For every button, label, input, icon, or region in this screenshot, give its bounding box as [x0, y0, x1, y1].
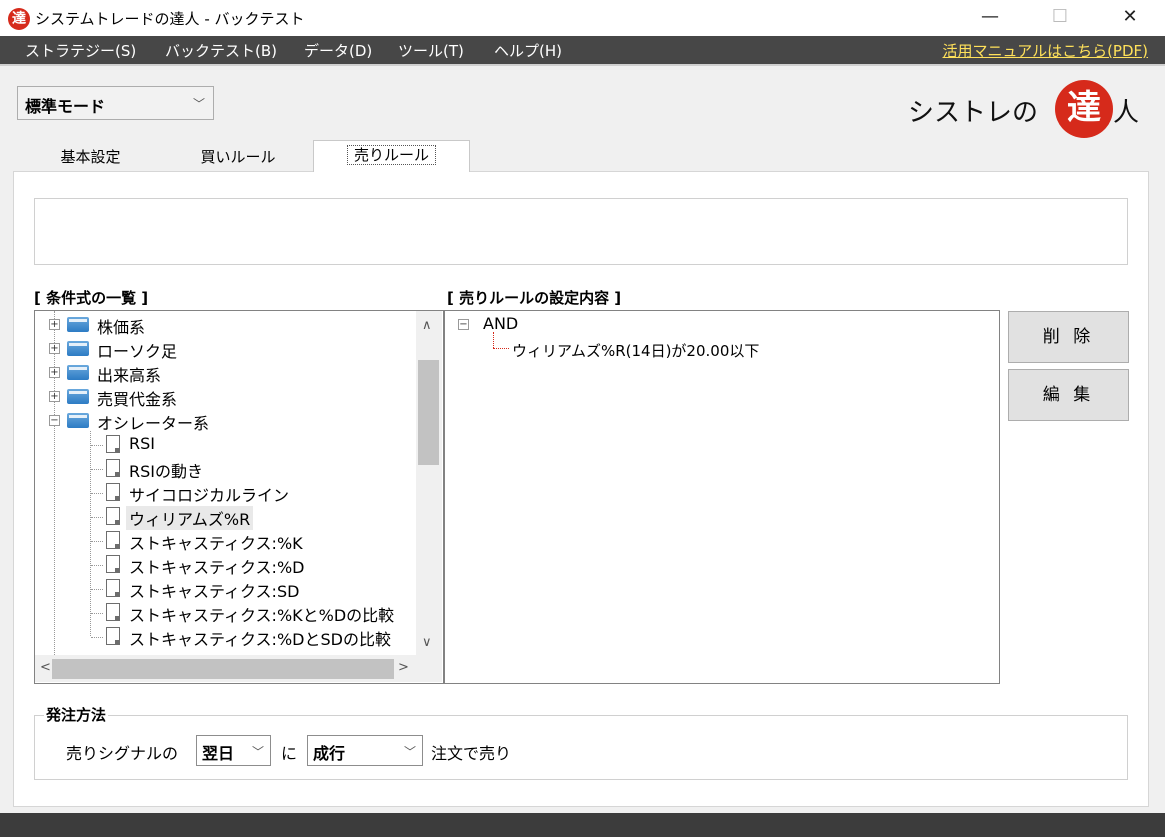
mode-value: 標準モード [25, 97, 106, 116]
tree-category-turnover[interactable]: + 売買代金系 [35, 385, 415, 409]
order-prefix-text: 売りシグナルの [66, 744, 179, 763]
expand-icon[interactable]: + [49, 367, 60, 378]
tree-category-candlestick[interactable]: + ローソク足 [35, 337, 415, 361]
horizontal-scroll-thumb[interactable] [52, 659, 394, 679]
rule-item-williams-r[interactable]: ウィリアムズ%R(14日)が20.00以下 [512, 340, 759, 361]
document-icon [106, 531, 120, 549]
scroll-up-icon[interactable]: ∧ [422, 318, 432, 333]
vertical-scroll-thumb[interactable] [418, 360, 439, 465]
menu-backtest[interactable]: バックテスト(B) [165, 40, 277, 61]
menu-tools[interactable]: ツール(T) [398, 40, 464, 61]
brand-logo-text: シストレの [908, 98, 1039, 128]
status-bar [0, 813, 1165, 837]
tab-buy-rules[interactable]: 買いルール [163, 143, 313, 171]
menu-strategy[interactable]: ストラテジー(S) [25, 40, 136, 61]
scroll-down-icon[interactable]: ∨ [422, 635, 432, 650]
order-day-value: 翌日 [202, 744, 235, 763]
tree-category-price[interactable]: + 株価系 [35, 313, 415, 337]
folder-icon [67, 341, 89, 356]
tree-item-stochastics-k-vs-d[interactable]: ストキャスティクス:%Kと%Dの比較 [35, 601, 415, 625]
conditions-list-label: [ 条件式の一覧 ] [34, 289, 149, 307]
mode-dropdown[interactable]: 標準モード ﹀ [17, 86, 214, 120]
chevron-down-icon: ﹀ [403, 745, 416, 759]
brand-logo-tail: 人 [1113, 98, 1140, 128]
tree-item-rsi[interactable]: RSI [35, 433, 415, 457]
expand-icon[interactable]: + [49, 343, 60, 354]
folder-icon [67, 389, 89, 404]
scroll-right-icon[interactable]: > [398, 660, 409, 675]
order-day-select[interactable]: 翌日 ﹀ [196, 735, 271, 766]
document-icon [106, 459, 120, 477]
chevron-down-icon: ﹀ [192, 97, 205, 111]
close-icon[interactable]: ✕ [1095, 0, 1165, 36]
document-icon [106, 603, 120, 621]
scroll-left-icon[interactable]: < [40, 660, 51, 675]
manual-pdf-link[interactable]: 活用マニュアルはこちら(PDF) [943, 40, 1148, 61]
tree-item-stochastics-k[interactable]: ストキャスティクス:%K [35, 529, 415, 553]
collapse-icon[interactable]: − [49, 415, 60, 426]
order-type-value: 成行 [313, 744, 346, 763]
folder-icon [67, 365, 89, 380]
scrollbar-corner [416, 655, 442, 682]
expand-icon[interactable]: + [49, 391, 60, 402]
folder-icon [67, 317, 89, 332]
app-icon: 達 [8, 8, 30, 30]
tree-item-williams-r[interactable]: ウィリアムズ%R [35, 505, 415, 530]
conditions-tree[interactable]: + 株価系 + ローソク足 + 出来高系 + 売買代金系 − オシレーター系 R… [34, 310, 444, 684]
brand-logo-mark: 達 [1055, 80, 1113, 138]
title-bar: 達 システムトレードの達人 - バックテスト — ☐ ✕ [0, 0, 1165, 36]
tab-sell-rules[interactable]: 売りルール [313, 140, 470, 172]
document-icon [106, 507, 120, 525]
tree-item-psychological-line[interactable]: サイコロジカルライン [35, 481, 415, 505]
menu-data[interactable]: データ(D) [304, 40, 372, 61]
menu-bar: ストラテジー(S) バックテスト(B) データ(D) ツール(T) ヘルプ(H)… [0, 36, 1165, 66]
document-icon [106, 483, 120, 501]
rule-root-and[interactable]: AND [483, 314, 518, 333]
document-icon [106, 579, 120, 597]
collapse-icon[interactable]: − [458, 319, 469, 330]
edit-button[interactable]: 編 集 [1008, 369, 1129, 421]
delete-button[interactable]: 削 除 [1008, 311, 1129, 363]
order-method-legend: 発注方法 [44, 704, 109, 725]
chevron-down-icon: ﹀ [251, 745, 264, 759]
sell-rules-label: [ 売りルールの設定内容 ] [447, 289, 622, 307]
minimize-icon[interactable]: — [955, 0, 1025, 36]
order-type-select[interactable]: 成行 ﹀ [307, 735, 423, 766]
tree-item-stochastics-sd[interactable]: ストキャスティクス:SD [35, 577, 415, 601]
document-icon [106, 435, 120, 453]
tab-basic-settings[interactable]: 基本設定 [18, 143, 163, 171]
document-icon [106, 627, 120, 645]
window-title: システムトレードの達人 - バックテスト [35, 10, 305, 28]
sell-rules-tree[interactable] [444, 310, 1000, 684]
menu-help[interactable]: ヘルプ(H) [494, 40, 562, 61]
tree-category-oscillator[interactable]: − オシレーター系 [35, 409, 415, 433]
expand-icon[interactable]: + [49, 319, 60, 330]
tree-item-stochastics-d-vs-sd[interactable]: ストキャスティクス:%DとSDの比較 [35, 625, 415, 649]
tree-item-stochastics-d[interactable]: ストキャスティクス:%D [35, 553, 415, 577]
folder-icon [67, 413, 89, 428]
order-suffix-text: 注文で売り [431, 744, 512, 763]
tree-item-rsi-movement[interactable]: RSIの動き [35, 457, 415, 481]
order-middle-text: に [281, 744, 298, 763]
maximize-icon[interactable]: ☐ [1025, 0, 1095, 36]
document-icon [106, 555, 120, 573]
description-box [34, 198, 1128, 265]
tree-category-volume[interactable]: + 出来高系 [35, 361, 415, 385]
